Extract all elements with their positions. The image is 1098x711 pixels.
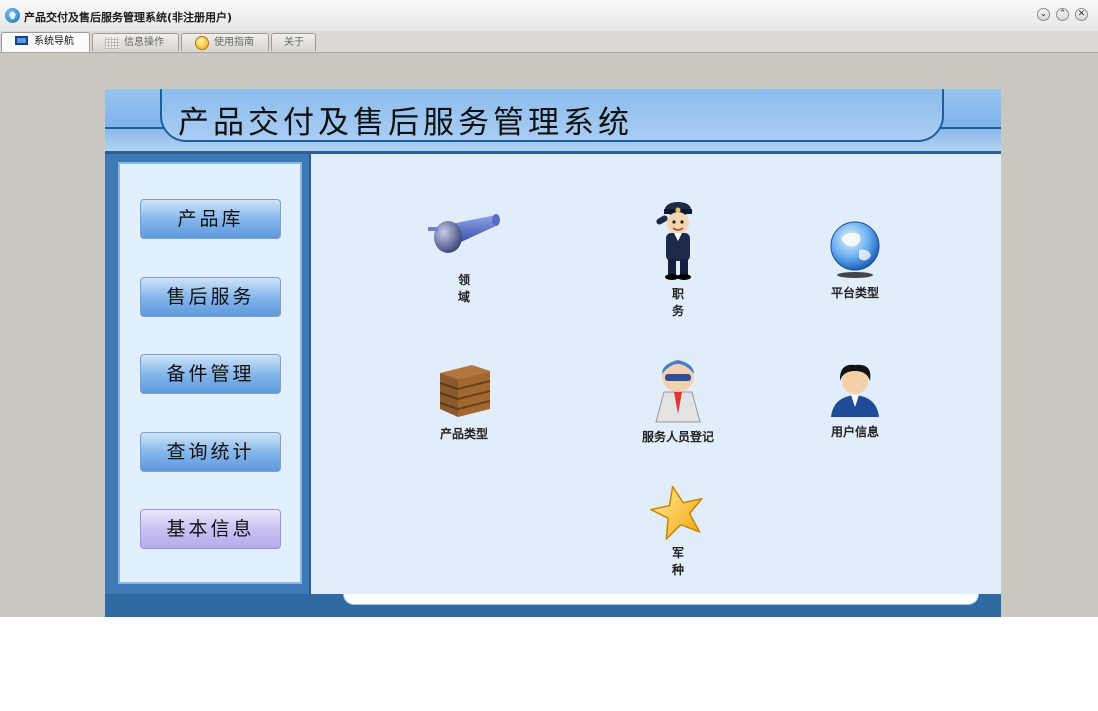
position-label: 职 务 [671, 287, 790, 318]
product-type-item[interactable]: 产品类型 [404, 359, 524, 442]
domain-label: 领 域 [457, 273, 576, 304]
monitor-icon [15, 36, 28, 45]
domain-item[interactable]: 领 域 [404, 211, 576, 305]
police-officer-icon [656, 202, 692, 280]
app-logo-icon [5, 8, 20, 23]
tab-user-guide[interactable]: 使用指南 [181, 33, 269, 51]
basic-info-button[interactable]: 基本信息 [140, 509, 281, 549]
star-icon [650, 485, 703, 540]
close-icon[interactable]: ✕ [1075, 8, 1088, 21]
main-panel: 产品交付及售后服务管理系统 产品库 售后服务 备件管理 查询统计 基本信息 领 … [105, 89, 1001, 617]
product-type-label: 产品类型 [439, 427, 488, 441]
service-person-icon [655, 360, 701, 423]
wooden-crate-icon [439, 365, 491, 417]
window-title: 产品交付及售后服务管理系统(非注册用户) [24, 11, 233, 24]
smiley-icon [195, 36, 209, 50]
platform-type-item[interactable]: 平台类型 [795, 220, 915, 301]
spare-parts-button[interactable]: 备件管理 [140, 354, 281, 394]
title-bar: 产品交付及售后服务管理系统(非注册用户) ⌄ ⌃ ✕ [0, 0, 1098, 32]
tab-info-operation[interactable]: 信息操作 [92, 33, 179, 51]
query-statistics-button[interactable]: 查询统计 [140, 432, 281, 472]
service-branch-item[interactable]: 军 种 [618, 484, 790, 578]
app-window: 产品交付及售后服务管理系统(非注册用户) ⌄ ⌃ ✕ 系统导航 信息操作 使用指… [0, 0, 1098, 617]
sidebar-inner: 产品库 售后服务 备件管理 查询统计 基本信息 [118, 162, 302, 584]
tab-bar: 系统导航 信息操作 使用指南 关于 [0, 31, 1098, 53]
telescope-icon [428, 214, 500, 253]
tab-label: 信息操作 [124, 37, 164, 48]
after-sales-service-button[interactable]: 售后服务 [140, 277, 281, 317]
banner: 产品交付及售后服务管理系统 [105, 89, 1001, 154]
grid-icon [105, 37, 119, 49]
service-staff-registration-label: 服务人员登记 [641, 430, 714, 444]
banner-title: 产品交付及售后服务管理系统 [178, 105, 633, 141]
user-info-label: 用户信息 [830, 425, 879, 439]
footer-decoration [343, 594, 979, 605]
minimize-icon[interactable]: ⌄ [1037, 8, 1050, 21]
globe-icon [830, 221, 880, 278]
platform-type-label: 平台类型 [830, 286, 879, 300]
tab-label: 使用指南 [214, 37, 254, 48]
user-info-item[interactable]: 用户信息 [795, 359, 915, 440]
service-staff-registration-item[interactable]: 服务人员登记 [618, 354, 738, 445]
product-library-button[interactable]: 产品库 [140, 199, 281, 239]
position-item[interactable]: 职 务 [618, 201, 790, 319]
tab-label: 关于 [284, 37, 304, 48]
content-area: 领 域 职 务 平台类型 产品类型 服务人员登记 用户信息 军 种 [309, 154, 1001, 594]
tab-about[interactable]: 关于 [271, 33, 316, 51]
service-branch-label: 军 种 [671, 546, 790, 577]
tab-system-navigation[interactable]: 系统导航 [1, 32, 90, 52]
tab-label: 系统导航 [34, 36, 74, 47]
user-icon [831, 364, 879, 417]
footer-bar [105, 594, 1001, 617]
maximize-icon[interactable]: ⌃ [1056, 8, 1069, 21]
